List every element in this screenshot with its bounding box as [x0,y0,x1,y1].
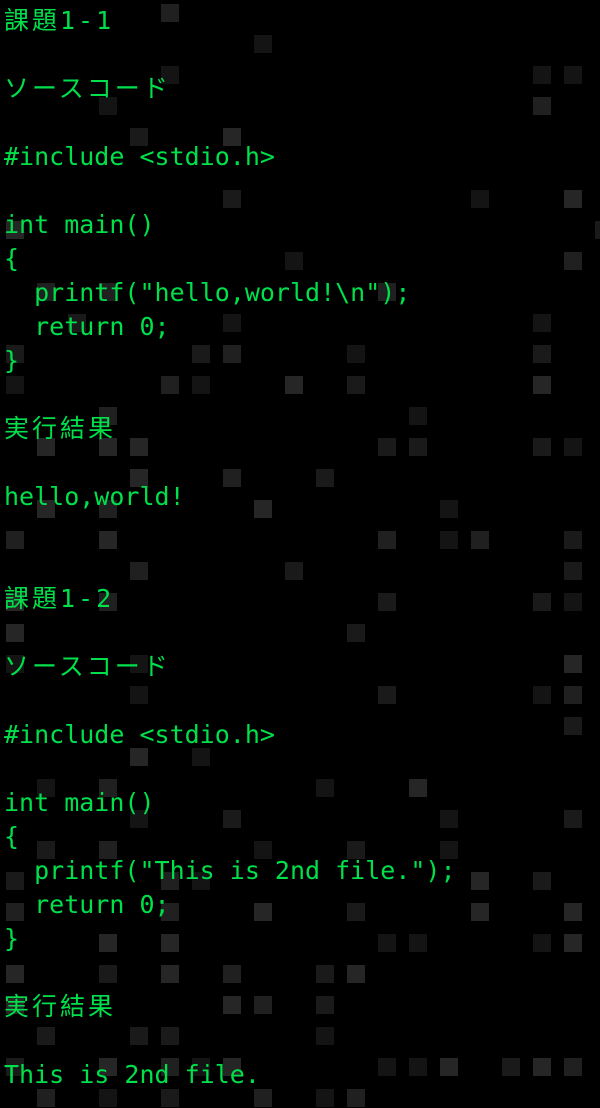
result-heading: 実行結果 [4,992,117,1021]
section-2: 課題1-2 ソースコード #include <stdio.h> int main… [4,582,600,1092]
code-line: return 0; [4,312,170,341]
section-title: 課題1-2 [4,584,115,613]
code-line: int main() [4,210,155,239]
result-heading: 実行結果 [4,414,117,443]
section-1: 課題1-1 ソースコード #include <stdio.h> int main… [4,4,600,582]
code-line: } [4,346,20,375]
terminal-output[interactable]: 課題1-1 ソースコード #include <stdio.h> int main… [0,0,600,1108]
program-output: hello,world! [4,482,185,511]
include-line: #include <stdio.h> [4,142,275,171]
source-heading: ソースコード [4,652,171,681]
section-title: 課題1-1 [4,6,115,35]
program-output: This is 2nd file. [4,1060,260,1089]
code-line: return 0; [4,890,170,919]
code-line: printf("This is 2nd file."); [4,856,456,885]
code-line: } [4,924,20,953]
include-line: #include <stdio.h> [4,720,275,749]
code-line: printf("hello,world!\n"); [4,278,411,307]
code-line: { [4,244,20,273]
source-heading: ソースコード [4,74,171,103]
code-line: { [4,822,20,851]
code-line: int main() [4,788,155,817]
